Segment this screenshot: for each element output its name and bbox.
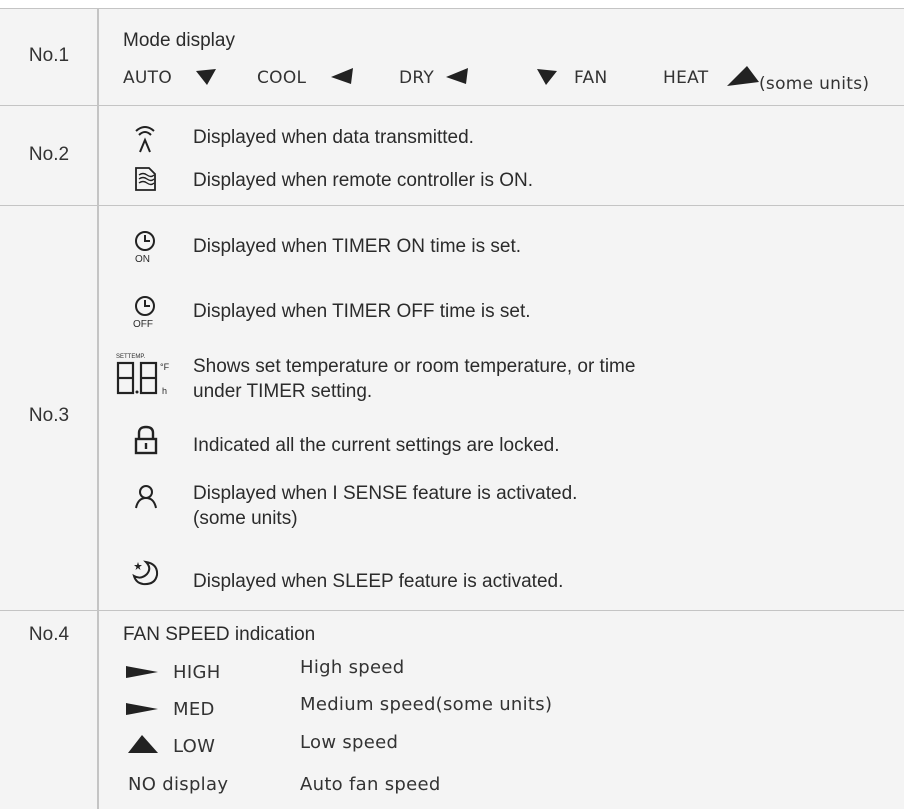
sleep-description: Displayed when SLEEP feature is activate… bbox=[193, 571, 564, 592]
timer-on-tag: ON bbox=[135, 254, 150, 265]
hour-tag: h bbox=[162, 386, 168, 396]
low-speed-indicator-icon bbox=[128, 735, 158, 753]
timer-on-clock-icon bbox=[135, 231, 155, 251]
timer-off-clock-icon bbox=[135, 296, 155, 316]
speed-med-label: MED bbox=[173, 699, 215, 720]
transmit-signal-icon bbox=[135, 126, 155, 153]
med-speed-indicator-icon bbox=[126, 703, 158, 715]
table-row bbox=[0, 205, 904, 611]
speed-high-label: HIGH bbox=[173, 662, 221, 683]
remote-on-description: Displayed when remote controller is ON. bbox=[193, 170, 534, 191]
lock-description: Indicated all the current settings are l… bbox=[193, 435, 560, 456]
mode-heat-label: HEAT bbox=[663, 68, 709, 88]
heat-triangle-icon bbox=[727, 66, 759, 86]
row-label-no4: No.4 bbox=[28, 624, 70, 645]
auto-triangle-icon bbox=[196, 69, 216, 85]
dry-triangle-icon bbox=[446, 68, 468, 84]
isense-note: (some units) bbox=[193, 508, 298, 529]
row-label-no3: No.3 bbox=[28, 405, 70, 426]
speed-low-label: LOW bbox=[173, 736, 216, 757]
speed-auto-label: NO display bbox=[128, 774, 229, 795]
degree-f-tag: °F bbox=[160, 362, 170, 372]
speed-low-desc: Low speed bbox=[300, 732, 399, 753]
mode-display-heading: Mode display bbox=[123, 30, 235, 51]
timer-off-description: Displayed when TIMER OFF time is set. bbox=[193, 301, 531, 322]
fan-speed-heading: FAN SPEED indication bbox=[123, 624, 316, 645]
mode-auto-label: AUTO bbox=[123, 68, 173, 88]
timer-on-description: Displayed when TIMER ON time is set. bbox=[193, 236, 522, 257]
lock-icon bbox=[134, 425, 158, 455]
person-sense-icon bbox=[135, 485, 157, 509]
cool-triangle-icon bbox=[331, 68, 353, 84]
settemp-tag: SETTEMP. bbox=[116, 354, 146, 360]
remote-on-icon bbox=[135, 167, 156, 191]
timer-off-tag: OFF bbox=[133, 319, 153, 330]
mode-dry-label: DRY bbox=[399, 68, 435, 88]
high-speed-indicator-icon bbox=[126, 666, 158, 678]
settemp-description-line2: under TIMER setting. bbox=[193, 381, 373, 402]
row-label-no1: No.1 bbox=[28, 45, 70, 66]
mode-heat-note: (some units) bbox=[759, 74, 870, 94]
row-label-no2: No.2 bbox=[28, 144, 70, 165]
speed-high-desc: High speed bbox=[300, 657, 405, 678]
isense-description: Displayed when I SENSE feature is activa… bbox=[193, 483, 578, 504]
settemp-description-line1: Shows set temperature or room temperatur… bbox=[193, 356, 636, 377]
transmit-description: Displayed when data transmitted. bbox=[193, 127, 474, 148]
mode-fan-label: FAN bbox=[574, 68, 608, 88]
speed-auto-desc: Auto fan speed bbox=[300, 774, 441, 795]
seven-segment-digits-icon bbox=[116, 361, 158, 395]
fan-triangle-icon bbox=[537, 69, 557, 85]
mode-cool-label: COOL bbox=[257, 68, 307, 88]
speed-med-desc: Medium speed(some units) bbox=[300, 694, 553, 715]
sleep-moon-icon bbox=[132, 560, 159, 586]
